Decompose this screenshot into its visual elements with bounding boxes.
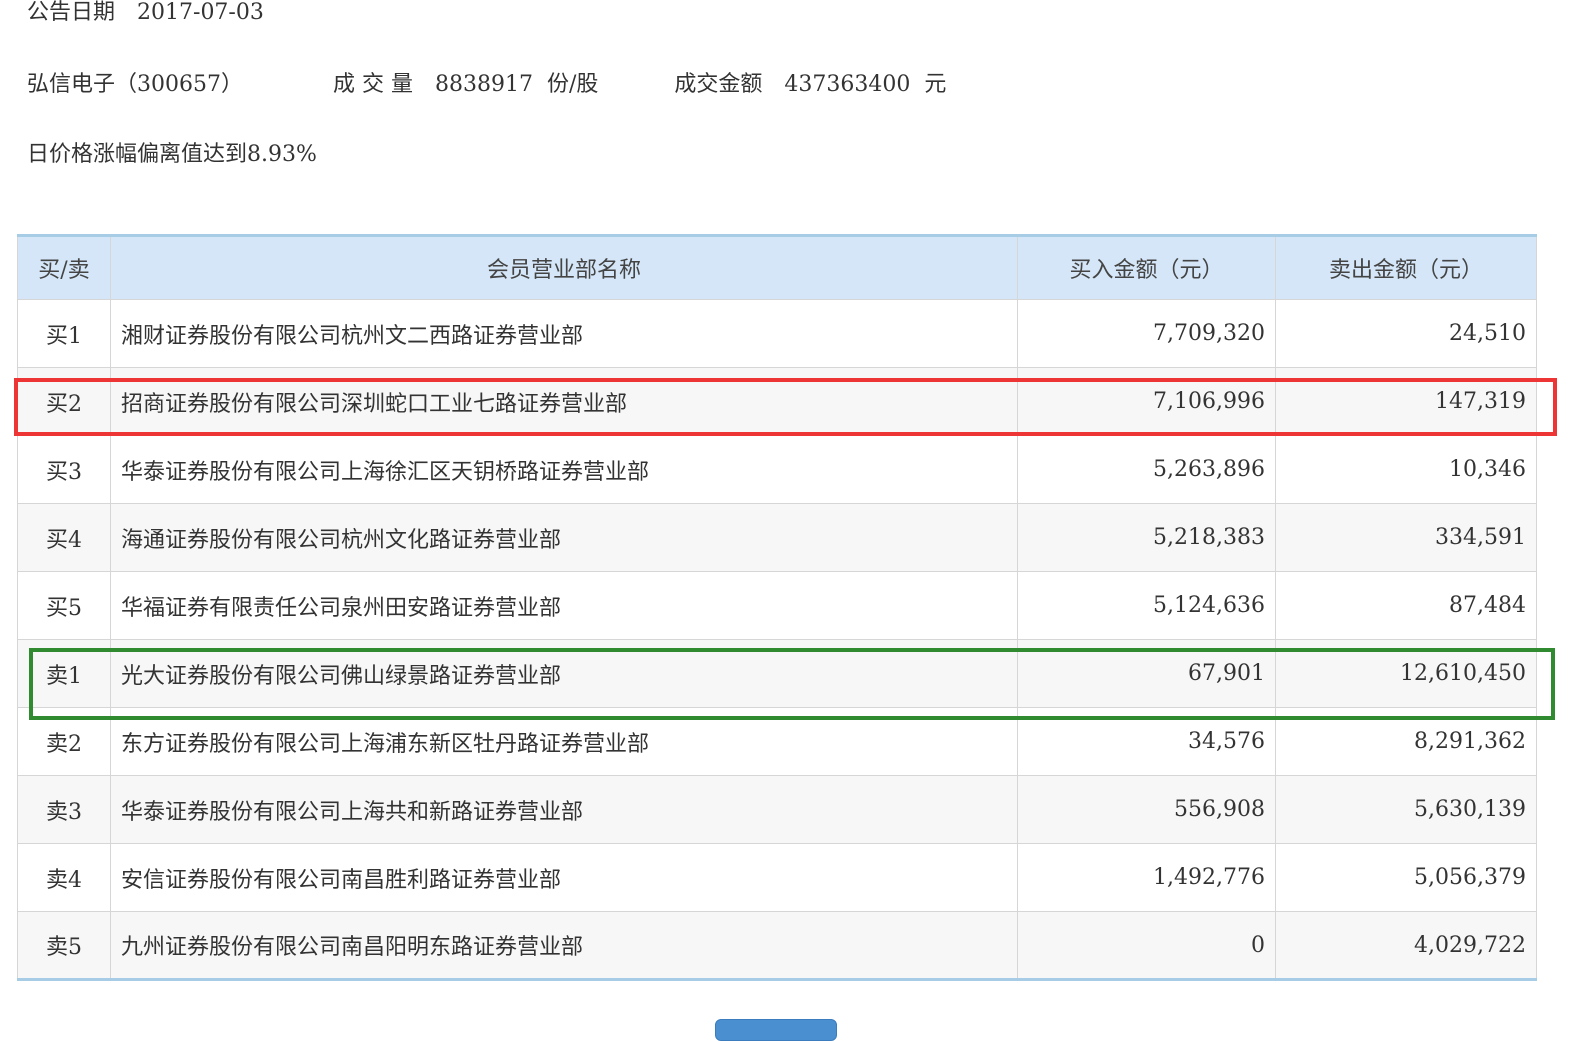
row-buy-amount: 0	[1017, 911, 1276, 980]
row-sell-amount: 4,029,722	[1275, 911, 1537, 980]
row-side: 买4	[17, 503, 111, 572]
row-side: 卖5	[17, 911, 111, 980]
row-member-name: 华泰证券股份有限公司上海徐汇区天钥桥路证券营业部	[110, 435, 1018, 504]
row-member-name: 华福证券有限责任公司泉州田安路证券营业部	[110, 571, 1018, 640]
row-side: 卖4	[17, 843, 111, 912]
table-row: 卖2 东方证券股份有限公司上海浦东新区牡丹路证券营业部 34,576 8,291…	[17, 707, 1537, 776]
row-member-name: 华泰证券股份有限公司上海共和新路证券营业部	[110, 775, 1018, 844]
announcement-date-line: 公告日期 2017-07-03	[27, 0, 264, 26]
row-side: 卖2	[17, 707, 111, 776]
row-buy-amount: 7,709,320	[1017, 299, 1276, 368]
table-header-row: 买/卖 会员营业部名称 买入金额（元） 卖出金额（元）	[17, 235, 1537, 300]
table-row: 买5 华福证券有限责任公司泉州田安路证券营业部 5,124,636 87,484	[17, 571, 1537, 640]
header-side: 买/卖	[17, 235, 111, 300]
row-member-name: 光大证券股份有限公司佛山绿景路证券营业部	[110, 639, 1018, 708]
row-member-name: 九州证券股份有限公司南昌阳明东路证券营业部	[110, 911, 1018, 980]
amount-label: 成交金额	[674, 72, 763, 97]
header-sell-amount: 卖出金额（元）	[1275, 235, 1537, 300]
row-side: 卖3	[17, 775, 111, 844]
row-buy-amount: 7,106,996	[1017, 367, 1276, 436]
row-side: 买5	[17, 571, 111, 640]
more-button[interactable]	[715, 1019, 837, 1041]
table-row: 买1 湘财证券股份有限公司杭州文二西路证券营业部 7,709,320 24,51…	[17, 299, 1537, 368]
table-row: 卖5 九州证券股份有限公司南昌阳明东路证券营业部 0 4,029,722	[17, 911, 1537, 980]
table-row: 卖1 光大证券股份有限公司佛山绿景路证券营业部 67,901 12,610,45…	[17, 639, 1537, 708]
volume-value: 8838917	[434, 72, 533, 97]
row-buy-amount: 1,492,776	[1017, 843, 1276, 912]
row-sell-amount: 5,056,379	[1275, 843, 1537, 912]
amount-value: 437363400	[784, 72, 911, 97]
row-buy-amount: 5,263,896	[1017, 435, 1276, 504]
volume-unit: 份/股	[546, 72, 599, 97]
row-sell-amount: 8,291,362	[1275, 707, 1537, 776]
stock-name-code: 弘信电子（300657）	[27, 72, 243, 97]
date-label: 公告日期	[27, 0, 116, 25]
row-side: 买1	[17, 299, 111, 368]
date-value: 2017-07-03	[137, 0, 264, 25]
volume-label: 成 交 量	[332, 72, 413, 97]
row-buy-amount: 34,576	[1017, 707, 1276, 776]
table-row: 买4 海通证券股份有限公司杭州文化路证券营业部 5,218,383 334,59…	[17, 503, 1537, 572]
row-side: 买2	[17, 367, 111, 436]
row-buy-amount: 67,901	[1017, 639, 1276, 708]
table-row: 买2 招商证券股份有限公司深圳蛇口工业七路证券营业部 7,106,996 147…	[17, 367, 1537, 436]
amount-unit: 元	[924, 72, 947, 97]
row-member-name: 海通证券股份有限公司杭州文化路证券营业部	[110, 503, 1018, 572]
table-row: 买3 华泰证券股份有限公司上海徐汇区天钥桥路证券营业部 5,263,896 10…	[17, 435, 1537, 504]
row-buy-amount: 5,218,383	[1017, 503, 1276, 572]
row-sell-amount: 12,610,450	[1275, 639, 1537, 708]
row-side: 买3	[17, 435, 111, 504]
row-sell-amount: 5,630,139	[1275, 775, 1537, 844]
row-buy-amount: 5,124,636	[1017, 571, 1276, 640]
row-member-name: 招商证券股份有限公司深圳蛇口工业七路证券营业部	[110, 367, 1018, 436]
trading-seats-table: 买/卖 会员营业部名称 买入金额（元） 卖出金额（元） 买1 湘财证券股份有限公…	[17, 234, 1537, 981]
row-member-name: 东方证券股份有限公司上海浦东新区牡丹路证券营业部	[110, 707, 1018, 776]
header-member-name: 会员营业部名称	[110, 235, 1018, 300]
header-buy-amount: 买入金额（元）	[1017, 235, 1276, 300]
row-buy-amount: 556,908	[1017, 775, 1276, 844]
row-sell-amount: 147,319	[1275, 367, 1537, 436]
row-member-name: 湘财证券股份有限公司杭州文二西路证券营业部	[110, 299, 1018, 368]
table-row: 卖3 华泰证券股份有限公司上海共和新路证券营业部 556,908 5,630,1…	[17, 775, 1537, 844]
row-sell-amount: 87,484	[1275, 571, 1537, 640]
listing-reason: 日价格涨幅偏离值达到8.93%	[27, 142, 317, 167]
row-sell-amount: 334,591	[1275, 503, 1537, 572]
row-sell-amount: 24,510	[1275, 299, 1537, 368]
row-sell-amount: 10,346	[1275, 435, 1537, 504]
row-member-name: 安信证券股份有限公司南昌胜利路证券营业部	[110, 843, 1018, 912]
row-side: 卖1	[17, 639, 111, 708]
table-row: 卖4 安信证券股份有限公司南昌胜利路证券营业部 1,492,776 5,056,…	[17, 843, 1537, 912]
stock-summary-line: 弘信电子（300657） 成 交 量 8838917 份/股 成交金额 437363400…	[27, 66, 946, 98]
